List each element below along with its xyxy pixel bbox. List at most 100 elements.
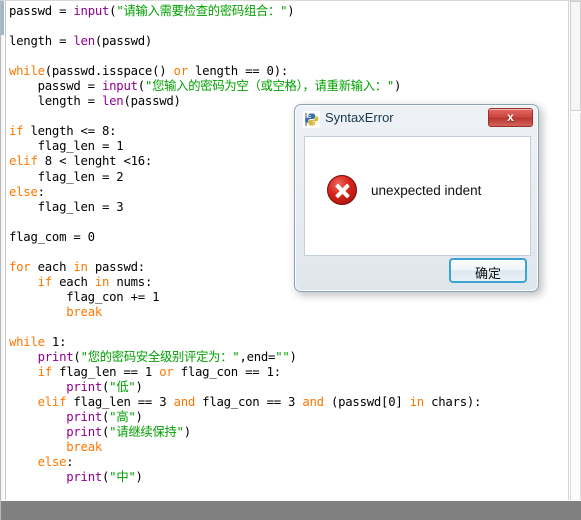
horizontal-scrollbar[interactable]	[1, 500, 581, 520]
code-token: passwd:	[87, 259, 145, 274]
code-line: print("您的密码安全级别评定为：",end="")	[9, 350, 569, 365]
dialog-titlebar[interactable]: SyntaxError x	[295, 105, 538, 134]
code-token: (	[73, 350, 81, 365]
code-token: )	[135, 380, 143, 395]
code-line: print("请继续保持")	[9, 425, 569, 440]
code-token: or	[159, 365, 174, 380]
code-token: "请输入需要检查的密码组合："	[116, 4, 288, 18]
code-token: print	[66, 470, 103, 485]
close-label: x	[507, 110, 514, 124]
code-token: "低"	[109, 380, 136, 395]
code-token: (	[137, 79, 145, 94]
code-token: flag_con == 1:	[173, 365, 281, 380]
code-token: if	[37, 365, 53, 380]
code-token: if	[37, 274, 53, 289]
code-token: ,end=	[239, 350, 276, 365]
code-token: len	[102, 94, 124, 109]
code-token: flag_con == 3	[195, 395, 303, 410]
code-token: elif	[9, 154, 38, 169]
vertical-scrollbar[interactable]	[568, 1, 581, 501]
code-token: break	[66, 304, 103, 319]
error-cross-icon	[327, 175, 357, 205]
code-token: else	[37, 455, 67, 470]
code-token: ""	[275, 350, 290, 365]
code-token: flag_com = 0	[9, 229, 95, 244]
code-token: flag_len == 3	[66, 395, 174, 410]
code-token: "中"	[109, 470, 136, 485]
code-token: or	[173, 64, 189, 79]
code-token: length == 0):	[187, 64, 289, 79]
code-token: "高"	[109, 410, 136, 425]
code-token: in	[409, 395, 425, 410]
dialog-body: unexpected indent	[304, 136, 531, 256]
ok-button[interactable]: 确定	[449, 258, 527, 283]
code-token: :	[37, 184, 45, 199]
code-token: (passwd.isspace()	[44, 64, 174, 79]
dialog-title: SyntaxError	[325, 110, 394, 125]
code-token: flag_len = 1	[9, 139, 124, 154]
code-token: flag_con += 1	[9, 289, 160, 304]
code-token: passwd =	[9, 79, 102, 94]
code-token: in	[73, 259, 88, 274]
code-token: "请继续保持"	[109, 425, 184, 440]
code-line: while 1:	[9, 335, 569, 350]
syntax-error-dialog: SyntaxError x unexpected indent 确定	[294, 104, 539, 292]
code-token: each	[30, 259, 74, 274]
dialog-message-row: unexpected indent	[305, 175, 530, 205]
dialog-footer: 确定	[304, 257, 531, 284]
dialog-message: unexpected indent	[371, 182, 482, 198]
code-token: elif	[37, 395, 67, 410]
code-token: chars):	[423, 395, 482, 410]
code-token: :	[66, 455, 74, 470]
editor-left-gutter	[1, 1, 6, 520]
code-line: print("低")	[9, 380, 569, 395]
code-token: length <= 8:	[23, 124, 117, 139]
code-token: (passwd)	[123, 94, 181, 109]
code-token: else	[9, 184, 38, 199]
code-token: )	[287, 4, 295, 18]
code-line: passwd = input("您输入的密码为空（或空格），请重新输入：")	[9, 79, 569, 94]
code-token: break	[66, 440, 103, 455]
code-token: flag_len = 2	[9, 169, 124, 184]
code-token: in	[94, 274, 110, 289]
close-icon[interactable]: x	[488, 108, 533, 127]
code-line: print("高")	[9, 410, 569, 425]
vertical-scrollbar-thumb[interactable]	[570, 1, 581, 111]
code-token: (passwd)	[94, 34, 153, 49]
code-token: input	[73, 4, 110, 18]
code-token: )	[183, 425, 191, 440]
code-token: input	[102, 79, 138, 94]
code-token: while	[9, 335, 45, 350]
code-token: len	[73, 34, 95, 49]
code-token: print	[66, 410, 103, 425]
code-token: (passwd[0]	[323, 395, 410, 410]
code-token: 8 < lenght <16:	[37, 154, 153, 169]
code-token: flag_len = 3	[9, 199, 124, 214]
code-token: and	[173, 395, 196, 410]
code-token: and	[302, 395, 324, 410]
code-token: if	[9, 124, 24, 139]
code-token: nums:	[109, 274, 153, 289]
vertical-scrollbar-track[interactable]	[570, 113, 581, 501]
code-token: print	[66, 425, 103, 440]
code-line: elif flag_len == 3 and flag_con == 3 and…	[9, 395, 569, 410]
code-token: length =	[9, 34, 74, 49]
code-token: length =	[9, 94, 102, 109]
code-line: passwd = input("请输入需要检查的密码组合：")	[9, 4, 569, 19]
code-line: else:	[9, 455, 569, 470]
code-token: for	[9, 259, 31, 274]
code-token: )	[135, 410, 143, 425]
code-token: print	[66, 380, 103, 395]
